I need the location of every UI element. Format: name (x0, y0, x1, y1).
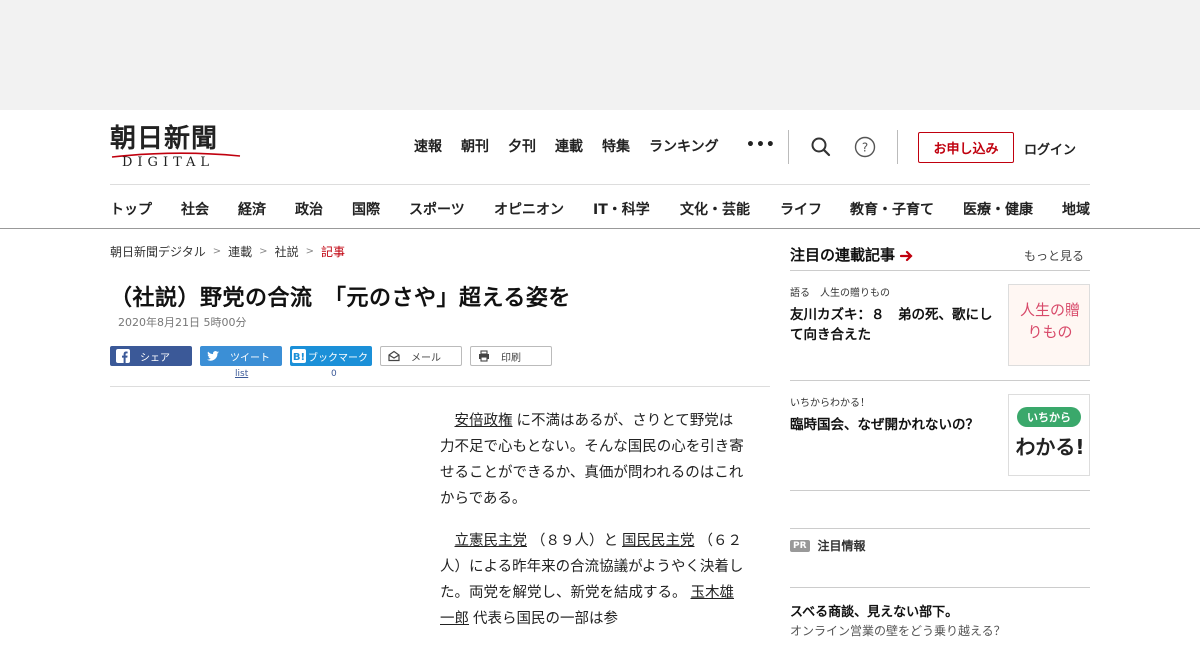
breadcrumb-item[interactable]: 社説 (275, 243, 299, 260)
pr-section-heading: PR 注目情報 (790, 537, 866, 554)
hatena-count: 0 (331, 369, 337, 379)
pr-article-subtitle[interactable]: オンライン営業の壁をどう乗り越える？ (790, 622, 1006, 639)
site-header: 朝日新聞 DIGITAL 速報 朝刊 夕刊 連載 特集 ランキング ••• ? … (0, 110, 1200, 229)
pr-article-title[interactable]: スベる商談、見えない部下。 (790, 601, 958, 620)
mail-share-button[interactable]: メール (380, 346, 462, 366)
thumbnail-text: 人生の贈りもの (1019, 301, 1080, 341)
svg-text:?: ? (862, 141, 868, 155)
login-link[interactable]: ログイン (1024, 139, 1076, 158)
sidebar-divider (790, 270, 1090, 271)
category-nav: トップ 社会 経済 政治 国際 スポーツ オピニオン IT・科学 文化・芸能 ラ… (110, 184, 1090, 229)
category-item[interactable]: ライフ (780, 199, 822, 219)
sidebar-headline: 臨時国会、なぜ開かれないの？ (790, 417, 979, 433)
sidebar-divider (790, 528, 1090, 529)
sidebar-divider (790, 380, 1090, 381)
pr-badge: PR (790, 539, 810, 552)
category-item[interactable]: 文化・芸能 (680, 199, 750, 219)
thumbnail-text: わかる! (1015, 435, 1085, 459)
paragraph-text: （８９人）と (531, 533, 618, 549)
category-item[interactable]: 医療・健康 (963, 199, 1033, 219)
article-title: （社説）野党の合流 「元のさや」超える姿を (110, 286, 571, 311)
pr-label: 注目情報 (817, 539, 866, 553)
share-label: メール (411, 352, 441, 364)
twitter-count[interactable]: list (235, 369, 248, 379)
category-item[interactable]: 経済 (238, 199, 266, 219)
breadcrumb-separator-icon: > (305, 246, 314, 257)
print-button[interactable]: 印刷 (470, 346, 552, 366)
category-item[interactable]: 社会 (181, 199, 209, 219)
category-item[interactable]: IT・科学 (593, 199, 650, 219)
topnav-item[interactable]: 夕刊 (508, 137, 536, 157)
hatena-bookmark-button[interactable]: B! ブックマーク (290, 346, 372, 366)
share-label: 印刷 (501, 352, 521, 364)
breadcrumb-separator-icon: > (259, 246, 268, 257)
header-divider (788, 130, 789, 164)
topnav-item[interactable]: 連載 (555, 137, 583, 157)
share-label: ツイート (230, 352, 270, 364)
keyword-link[interactable]: 立憲民主党 (455, 533, 528, 549)
category-item[interactable]: スポーツ (409, 199, 465, 219)
article-body: 安倍政権 に不満はあるが、さりとて野党は力不足で心もとない。そんな国民の心を引き寄… (440, 408, 746, 648)
thumbnail-badge: いちから (1017, 407, 1081, 427)
top-navigation: 速報 朝刊 夕刊 連載 特集 ランキング (414, 137, 738, 157)
keyword-link[interactable]: 安倍政権 (455, 413, 513, 429)
sidebar-thumbnail: いちから わかる! (1008, 394, 1090, 476)
mail-icon (387, 349, 401, 363)
more-menu-button[interactable]: ••• (746, 137, 776, 153)
print-icon (477, 349, 491, 363)
facebook-share-button[interactable]: シェア (110, 346, 192, 366)
topnav-item[interactable]: 速報 (414, 137, 442, 157)
sidebar-article[interactable]: 語る 人生の贈りもの 友川カズキ：８ 弟の死、歌にして向き合えた 人生の贈りもの (790, 282, 1090, 372)
logo-subtext: DIGITAL (122, 155, 215, 170)
help-icon[interactable]: ? (852, 134, 878, 160)
breadcrumb: 朝日新聞デジタル > 連載 > 社説 > 記事 (110, 243, 345, 260)
signup-button[interactable]: お申し込み (918, 132, 1014, 163)
sidebar-more-link[interactable]: もっと見る (1024, 247, 1084, 264)
ad-banner-area (0, 0, 1200, 110)
search-icon[interactable] (808, 134, 834, 160)
sidebar-heading[interactable]: 注目の連載記事 (790, 244, 915, 265)
category-item[interactable]: オピニオン (494, 199, 564, 219)
breadcrumb-separator-icon: > (212, 246, 222, 257)
article-date: 2020年8月21日 5時00分 (118, 316, 247, 329)
sidebar-divider (790, 587, 1090, 588)
category-item[interactable]: 教育・子育て (850, 199, 934, 219)
sidebar-article[interactable]: いちからわかる！ 臨時国会、なぜ開かれないの？ いちから わかる! (790, 392, 1090, 478)
svg-text:B!: B! (293, 352, 305, 363)
share-label: シェア (140, 352, 170, 364)
category-item[interactable]: トップ (110, 199, 152, 219)
article-paragraph: 立憲民主党 （８９人）と 国民民主党 （６２人）による昨年来の合流協議がようやく決着し… (440, 528, 746, 632)
header-divider (897, 130, 898, 164)
logo-text: 朝日新聞 (110, 124, 219, 154)
article-paragraph: 安倍政権 に不満はあるが、さりとて野党は力不足で心もとない。そんな国民の心を引き寄… (440, 408, 746, 512)
hatena-icon: B! (292, 349, 306, 363)
site-logo[interactable]: 朝日新聞 DIGITAL (110, 124, 250, 170)
topnav-item[interactable]: 特集 (602, 137, 630, 157)
breadcrumb-item[interactable]: 朝日新聞デジタル (110, 243, 206, 260)
twitter-icon (206, 349, 220, 363)
share-label: ブックマーク (308, 352, 368, 364)
sidebar-divider (790, 490, 1090, 491)
breadcrumb-current: 記事 (320, 245, 345, 259)
category-item[interactable]: 国際 (352, 199, 380, 219)
facebook-icon (116, 349, 130, 363)
article-divider (110, 386, 770, 387)
twitter-share-button[interactable]: ツイート (200, 346, 282, 366)
paragraph-text: 代表ら国民の一部は参 (473, 611, 618, 627)
sidebar-thumbnail: 人生の贈りもの (1008, 284, 1090, 366)
sidebar-heading-text: 注目の連載記事 (790, 246, 896, 264)
category-item[interactable]: 政治 (295, 199, 323, 219)
breadcrumb-item[interactable]: 連載 (228, 243, 252, 260)
category-item[interactable]: 地域 (1062, 199, 1090, 219)
sidebar-headline: 友川カズキ：８ 弟の死、歌にして向き合えた (790, 307, 993, 343)
keyword-link[interactable]: 国民民主党 (622, 533, 695, 549)
arrow-right-icon (899, 250, 913, 261)
topnav-item[interactable]: ランキング (649, 137, 719, 157)
topnav-item[interactable]: 朝刊 (461, 137, 489, 157)
